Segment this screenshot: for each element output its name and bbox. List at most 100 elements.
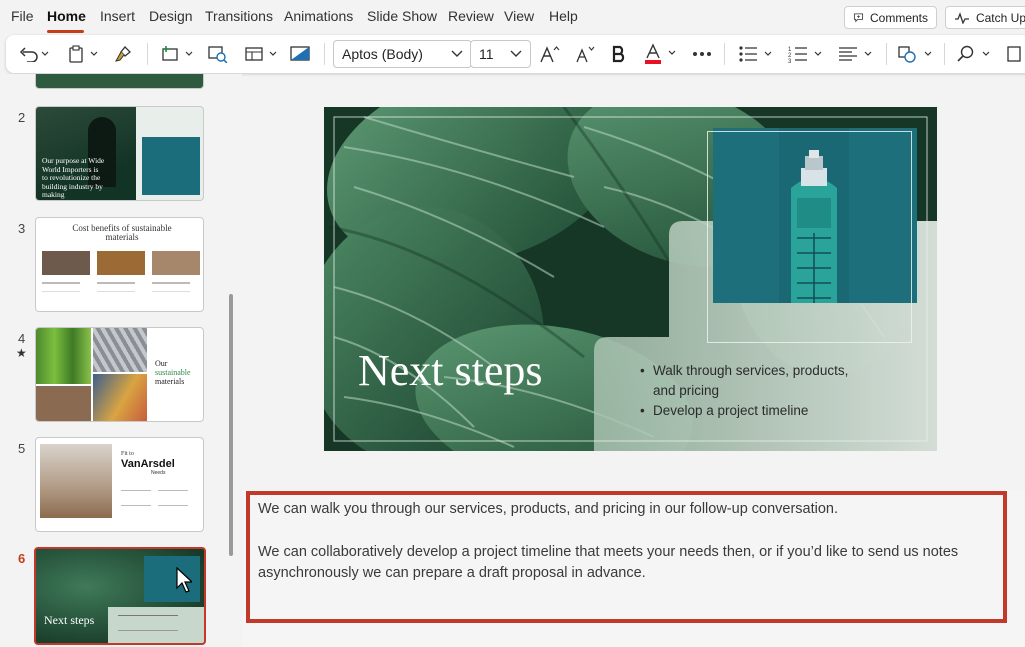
catch-up-label: Catch Up — [975, 10, 1025, 25]
thumb2-text: Our purpose at Wide World Importers is t… — [42, 156, 105, 200]
reuse-slides-button[interactable] — [206, 43, 230, 65]
format-painter-button[interactable] — [112, 43, 134, 65]
notes-line-3[interactable]: asynchronously we can prepare a draft pr… — [258, 563, 646, 583]
thumb5-text-block-2 — [158, 490, 188, 506]
font-size-dropdown[interactable]: 11 — [470, 40, 531, 68]
clipboard-icon — [69, 45, 98, 63]
slide-thumbnail-3[interactable]: Cost benefits of sustainable materials — [35, 217, 204, 312]
background-icon — [290, 46, 310, 61]
slide-thumbnail-2[interactable]: Our purpose at Wide World Importers is t… — [35, 106, 204, 201]
toolbar-separator — [944, 43, 945, 65]
menu-home[interactable]: Home — [47, 8, 86, 24]
thumb3-caption-3 — [152, 282, 190, 292]
menu-bar: File Home Insert Design Transitions Anim… — [0, 0, 1025, 34]
shapes-button[interactable] — [896, 43, 936, 65]
menu-help[interactable]: Help — [549, 8, 578, 24]
menu-design[interactable]: Design — [149, 8, 193, 24]
bold-icon — [612, 45, 625, 63]
toolbar-separator — [724, 43, 725, 65]
catch-up-button[interactable]: Catch Up — [945, 6, 1025, 29]
mouse-cursor-icon — [176, 567, 192, 593]
undo-icon — [19, 47, 49, 62]
thumb5-needs: Needs — [151, 470, 166, 476]
menu-insert[interactable]: Insert — [100, 8, 135, 24]
menu-review[interactable]: Review — [448, 8, 494, 24]
designer-icon — [1007, 46, 1021, 62]
comments-label: Comments — [869, 10, 928, 25]
comments-button[interactable]: Comments — [844, 6, 937, 29]
bullet-dot: • — [640, 403, 645, 418]
increase-font-size-button[interactable] — [538, 43, 562, 65]
thumb3-image-3 — [152, 251, 200, 275]
slide-number-3: 3 — [18, 221, 26, 236]
slide-thumbnail-1[interactable] — [35, 74, 204, 89]
current-slide[interactable]: Next steps • Walk through services, prod… — [324, 107, 937, 451]
new-slide-icon — [162, 46, 193, 61]
slide-bullet-2-text: Develop a project timeline — [653, 403, 809, 418]
decrease-font-icon — [576, 46, 595, 63]
align-left-icon — [839, 47, 872, 61]
slide-thumbnail-6[interactable]: Next steps — [34, 547, 206, 645]
svg-text:3: 3 — [788, 59, 792, 63]
pulse-icon — [954, 11, 969, 24]
thumb6-title: Next steps — [44, 613, 95, 627]
layout-button[interactable] — [242, 43, 282, 65]
slide-thumbnail-5[interactable]: Fit to VanArsdel Needs — [35, 437, 204, 532]
shapes-icon — [898, 46, 932, 63]
thumb3-image-2 — [97, 251, 145, 275]
thumb3-caption-1 — [42, 282, 80, 292]
undo-button[interactable] — [16, 43, 52, 65]
thumb5-brand: VanArsdel — [121, 458, 175, 470]
align-button[interactable] — [836, 43, 876, 65]
slide-thumbnail-pane: 2 Our purpose at Wide World Importers is… — [0, 74, 242, 647]
font-size-value: 11 — [479, 46, 494, 62]
thumb5-room-image — [40, 444, 112, 518]
menu-transitions[interactable]: Transitions — [205, 8, 273, 24]
thumb4-title-line1: Our — [155, 359, 168, 368]
new-slide-button[interactable] — [158, 43, 198, 65]
paste-button[interactable] — [66, 43, 102, 65]
toolbar-separator — [324, 43, 325, 65]
numbering-button[interactable]: 123 — [786, 43, 826, 65]
slide-bullet-list[interactable]: • Walk through services, products, and p… — [640, 361, 870, 421]
comment-icon — [853, 12, 864, 22]
background-button[interactable] — [288, 43, 312, 65]
slide-bullet-1-text: Walk through services, products, and pri… — [653, 363, 849, 398]
thumb6-bullets — [118, 615, 178, 631]
designer-button[interactable] — [1004, 43, 1024, 65]
slide-bullet-1: • Walk through services, products, and p… — [640, 361, 870, 401]
font-color-button[interactable] — [642, 43, 682, 65]
bold-button[interactable] — [608, 43, 630, 65]
slide-number-2: 2 — [18, 110, 26, 125]
numbered-list-icon: 123 — [788, 47, 822, 63]
thumb4-fabric — [93, 328, 147, 372]
slide-title[interactable]: Next steps — [358, 345, 543, 396]
thumb4-title-line3: materials — [155, 377, 185, 386]
thumb4-title: Our sustainable materials — [155, 359, 191, 386]
bullets-button[interactable] — [736, 43, 776, 65]
menu-animations[interactable]: Animations — [284, 8, 353, 24]
increase-font-icon — [540, 46, 560, 63]
menu-view[interactable]: View — [504, 8, 534, 24]
chevron-down-icon — [451, 50, 463, 57]
notes-line-2[interactable]: We can collaboratively develop a project… — [258, 542, 958, 562]
ribbon-toolbar: Aptos (Body) 11 123 — [6, 35, 1025, 73]
toolbar-separator — [147, 43, 148, 65]
thumb3-caption-2 — [97, 282, 135, 292]
slide-thumbnail-4[interactable]: Our sustainable materials — [35, 327, 204, 422]
find-button[interactable] — [954, 43, 994, 65]
active-tab-indicator — [47, 30, 84, 33]
thumb4-bamboo — [36, 328, 91, 384]
layout-icon — [245, 47, 277, 61]
decrease-font-size-button[interactable] — [573, 43, 597, 65]
brush-icon — [115, 46, 131, 62]
notes-line-1[interactable]: We can walk you through our services, pr… — [258, 499, 838, 519]
menu-slide-show[interactable]: Slide Show — [367, 8, 437, 24]
font-name-dropdown[interactable]: Aptos (Body) — [333, 40, 472, 68]
thumb5-text-block-1 — [121, 490, 151, 506]
ship-frame — [707, 131, 912, 343]
menu-file[interactable]: File — [11, 8, 34, 24]
thumbnail-scrollbar[interactable] — [229, 294, 233, 556]
more-options-button[interactable] — [690, 43, 714, 65]
slide-number-6: 6 — [18, 551, 26, 566]
